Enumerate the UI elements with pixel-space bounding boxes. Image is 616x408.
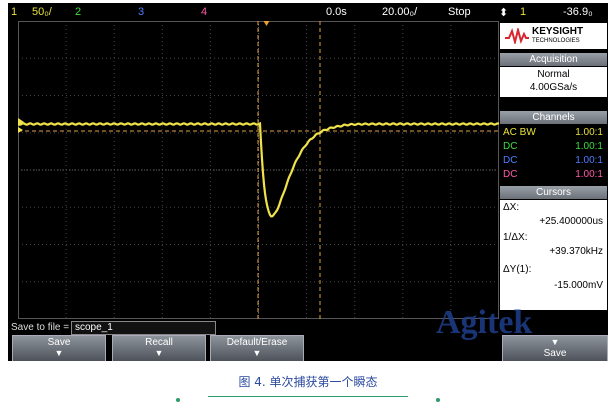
acquisition-header[interactable]: Acquisition [500,53,607,66]
press-to-save-softkey-label: Save [543,348,567,359]
channel-3-coupling[interactable]: DC [503,155,517,166]
save-softkey-label: Save [47,337,71,348]
channel-4-probe: 1.00:1 [575,169,603,180]
keysight-wave-icon [505,28,529,44]
cursor-inv-dx-value: +39.370kHz [549,246,603,257]
figure-caption: 图 4. 单次捕获第一个瞬态 [238,375,378,389]
trigger-level: -36.9₀ [563,6,593,18]
caption-dot-right [436,398,440,402]
cursors-header[interactable]: Cursors [500,186,607,199]
save-softkey[interactable]: Save ▼ [12,335,106,361]
channel-2-indicator[interactable]: 2 [75,6,81,18]
channel-3-probe: 1.00:1 [575,155,603,166]
save-file-label: Save to file = [11,322,70,333]
arrow-down-icon: ▼ [154,348,164,358]
acquisition-box: Normal 4.00GSa/s [500,67,607,97]
caption-divider [208,396,408,397]
channel-1-scale: 50₀/ [32,6,52,18]
brand-sub: TECHNOLOGIES [532,38,580,44]
arrow-down-icon: ▼ [54,348,64,358]
channel-2-coupling[interactable]: DC [503,141,517,152]
acquisition-mode: Normal [537,69,570,80]
cursors-box: ΔX: +25.400000us 1/ΔX: +39.370kHz ΔY(1):… [500,200,607,310]
channel-4-indicator[interactable]: 4 [201,6,207,18]
status-bar: 1 50₀/ 2 3 4 0.0s 20.00₀/ Stop ⬍ 1 -36.9… [8,3,608,21]
recall-softkey[interactable]: Recall ▼ [112,335,206,361]
default-erase-softkey[interactable]: Default/Erase ▼ [210,335,304,361]
time-scale: 20.00₀/ [382,6,418,18]
agitek-watermark: Agitek [436,304,533,341]
channel-3-indicator[interactable]: 3 [138,6,144,18]
channel-1-coupling[interactable]: AC BW [503,127,536,138]
arrow-down-icon: ▼ [252,348,262,358]
trigger-source: 1 [520,6,527,18]
cursor-dx-value: +25.400000us [539,216,603,227]
waveform-area[interactable] [18,21,499,319]
save-filename-field[interactable]: scope_1 [71,321,216,335]
channels-list: AC BW 1.00:1 DC 1.00:1 DC 1.00:1 DC 1.00… [500,125,607,185]
waveform-graticule [18,21,499,319]
channel-2-probe: 1.00:1 [575,141,603,152]
sample-rate: 4.00GSa/s [529,82,578,93]
time-position: 0.0s [326,6,347,18]
brand-name: KEYSIGHT [532,26,584,37]
side-panel: KEYSIGHT TECHNOLOGIES Acquisition Normal… [499,21,608,319]
channel-1-probe: 1.00:1 [575,127,603,138]
trigger-position-marker [263,21,270,26]
cursor-inv-dx-label: 1/ΔX: [503,232,528,243]
run-state: Stop [448,6,471,18]
recall-softkey-label: Recall [145,337,173,348]
cursor-dy-label: ΔY(1): [503,264,532,275]
default-erase-softkey-label: Default/Erase [226,337,288,348]
cursor-dy-value: -15.000mV [554,280,603,291]
caption-dot-left [176,398,180,402]
trigger-level-marker [18,127,23,133]
channel-1-indicator[interactable]: 1 [11,6,17,18]
channels-header[interactable]: Channels [500,111,607,124]
cursor-dx-label: ΔX: [503,202,520,213]
channel-4-coupling[interactable]: DC [503,169,517,180]
trigger-edge-icon: ⬍ [499,7,509,19]
keysight-logo: KEYSIGHT TECHNOLOGIES [500,23,607,49]
